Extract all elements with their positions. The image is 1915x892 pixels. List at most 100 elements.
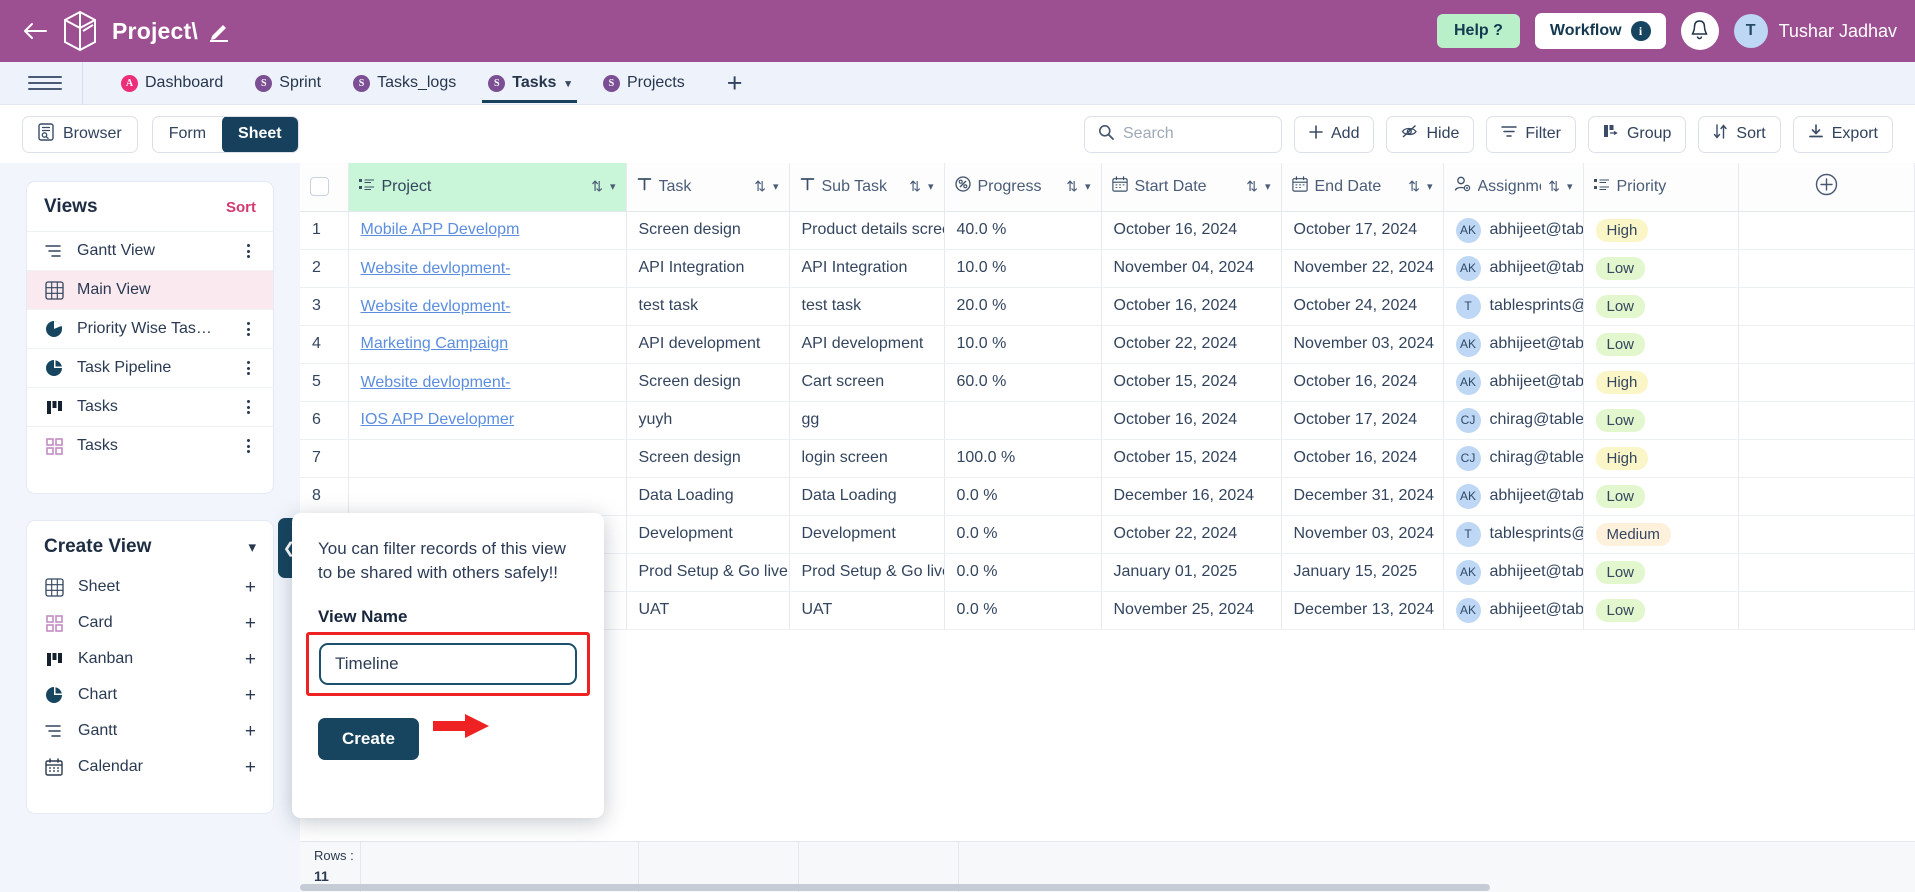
cell-assignment[interactable]: AK abhijeet@tables [1443, 477, 1583, 515]
create-view-kanban[interactable]: Kanban + [27, 641, 273, 677]
cell-sub-task[interactable]: API development [789, 325, 944, 363]
cell-task[interactable]: API development [626, 325, 789, 363]
cell-progress[interactable]: 0.0 % [944, 553, 1101, 591]
cell-task[interactable]: test task [626, 287, 789, 325]
tab-tasks[interactable]: S Tasks ▾ [472, 64, 587, 102]
sort-toggle-icon[interactable]: ⇅ [1246, 178, 1258, 195]
cell-progress[interactable]: 0.0 % [944, 477, 1101, 515]
cell-priority[interactable]: Medium [1583, 515, 1738, 553]
cell-sub-task[interactable]: UAT [789, 591, 944, 629]
table-row[interactable]: 3 Website devlopment- test task test ta… [300, 287, 1915, 325]
user-menu[interactable]: T Tushar Jadhav [1734, 14, 1897, 48]
menu-icon[interactable] [28, 76, 62, 90]
cell-end-date[interactable]: October 16, 2024 [1281, 439, 1443, 477]
chevron-down-icon[interactable]: ▾ [248, 538, 256, 556]
cell-assignment[interactable]: Ttablesprints@gn [1443, 287, 1583, 325]
sidebar-item-main-view[interactable]: Main View [27, 270, 273, 309]
cell-priority[interactable]: High [1583, 363, 1738, 401]
cell-project[interactable] [348, 477, 626, 515]
add-button[interactable]: Add [1294, 116, 1374, 153]
cell-assignment[interactable]: AK abhijeet@tables [1443, 249, 1583, 287]
project-link[interactable]: Marketing Campaign [361, 335, 509, 352]
sort-toggle-icon[interactable]: ⇅ [1066, 178, 1078, 195]
cell-project[interactable]: Website devlopment- [348, 287, 626, 325]
hide-button[interactable]: Hide [1386, 116, 1474, 153]
cell-end-date[interactable]: December 31, 2024 [1281, 477, 1443, 515]
table-row[interactable]: 5 Website devlopment- Screen design Car… [300, 363, 1915, 401]
create-button[interactable]: Create [318, 718, 419, 760]
cell-priority[interactable]: Low [1583, 553, 1738, 591]
cell-end-date[interactable]: October 17, 2024 [1281, 211, 1443, 249]
sort-toggle-icon[interactable]: ⇅ [591, 178, 603, 195]
cell-sub-task[interactable]: login screen [789, 439, 944, 477]
group-button[interactable]: Group [1588, 116, 1686, 153]
cell-assignment[interactable]: AK abhijeet@tables [1443, 363, 1583, 401]
sidebar-item-tasks-card[interactable]: Tasks [27, 426, 273, 465]
workflow-button[interactable]: Workflow i [1535, 13, 1666, 49]
cell-end-date[interactable]: October 17, 2024 [1281, 401, 1443, 439]
browser-button[interactable]: Browser [22, 116, 138, 153]
select-all-header[interactable] [300, 163, 348, 211]
more-options-icon[interactable] [240, 439, 256, 453]
table-row[interactable]: 2 Website devlopment- API Integration A… [300, 249, 1915, 287]
filter-button[interactable]: Filter [1486, 116, 1576, 153]
pencil-icon[interactable] [208, 20, 230, 42]
view-name-input[interactable] [319, 643, 577, 685]
tab-projects[interactable]: S Projects [587, 64, 701, 102]
table-row[interactable]: 4 Marketing Campaign API development API… [300, 325, 1915, 363]
more-options-icon[interactable] [240, 361, 256, 375]
cell-start-date[interactable]: October 16, 2024 [1101, 211, 1281, 249]
select-all-checkbox[interactable] [310, 177, 329, 196]
chevron-down-icon[interactable]: ▾ [1567, 180, 1573, 193]
cell-sub-task[interactable]: Cart screen [789, 363, 944, 401]
add-icon[interactable]: + [245, 578, 256, 597]
back-arrow-icon[interactable] [18, 14, 52, 48]
cell-progress[interactable]: 0.0 % [944, 515, 1101, 553]
column-header-priority[interactable]: Priority [1583, 163, 1738, 211]
cell-start-date[interactable]: December 16, 2024 [1101, 477, 1281, 515]
cell-start-date[interactable]: January 01, 2025 [1101, 553, 1281, 591]
more-options-icon[interactable] [240, 400, 256, 414]
create-view-gantt[interactable]: Gantt + [27, 713, 273, 749]
create-view-sheet[interactable]: Sheet + [27, 569, 273, 605]
sheet-tab[interactable]: Sheet [222, 116, 298, 153]
cell-start-date[interactable]: October 15, 2024 [1101, 439, 1281, 477]
cell-assignment[interactable]: CJchirag@tablespr [1443, 401, 1583, 439]
cell-end-date[interactable]: October 16, 2024 [1281, 363, 1443, 401]
cell-end-date[interactable]: December 13, 2024 [1281, 591, 1443, 629]
sort-toggle-icon[interactable]: ⇅ [909, 178, 921, 195]
cell-task[interactable]: yuyh [626, 401, 789, 439]
cell-task[interactable]: API Integration [626, 249, 789, 287]
cell-task[interactable]: Development [626, 515, 789, 553]
chevron-down-icon[interactable]: ▾ [1085, 180, 1091, 193]
chevron-down-icon[interactable]: ▾ [928, 180, 934, 193]
cell-task[interactable]: Prod Setup & Go live [626, 553, 789, 591]
project-link[interactable]: Website devlopment- [361, 374, 511, 391]
sort-toggle-icon[interactable]: ⇅ [1548, 178, 1560, 195]
cell-project[interactable]: Website devlopment- [348, 249, 626, 287]
sidebar-item-task-pipeline[interactable]: Task Pipeline [27, 348, 273, 387]
cell-priority[interactable]: Low [1583, 591, 1738, 629]
project-link[interactable]: Website devlopment- [361, 298, 511, 315]
add-icon[interactable]: + [245, 650, 256, 669]
cell-progress[interactable]: 60.0 % [944, 363, 1101, 401]
chevron-down-icon[interactable]: ▾ [1427, 180, 1433, 193]
cell-task[interactable]: UAT [626, 591, 789, 629]
cell-start-date[interactable]: November 25, 2024 [1101, 591, 1281, 629]
more-options-icon[interactable] [240, 322, 256, 336]
cell-assignment[interactable]: Ttablesprints@gn [1443, 515, 1583, 553]
more-options-icon[interactable] [240, 244, 256, 258]
cell-priority[interactable]: Low [1583, 287, 1738, 325]
cell-project[interactable]: Marketing Campaign [348, 325, 626, 363]
cell-project[interactable] [348, 439, 626, 477]
column-header-task[interactable]: Task ⇅ ▾ [626, 163, 789, 211]
cell-start-date[interactable]: October 22, 2024 [1101, 325, 1281, 363]
cell-end-date[interactable]: October 24, 2024 [1281, 287, 1443, 325]
cell-assignment[interactable]: CJchirag@tablespr [1443, 439, 1583, 477]
cell-priority[interactable]: Low [1583, 325, 1738, 363]
add-icon[interactable]: + [245, 686, 256, 705]
column-header-progress[interactable]: Progress ⇅ ▾ [944, 163, 1101, 211]
sidebar-item-gantt-view[interactable]: Gantt View [27, 231, 273, 270]
create-view-header[interactable]: Create View ▾ [27, 521, 273, 569]
sidebar-item-priority-wise-tasks[interactable]: Priority Wise Tas… [27, 309, 273, 348]
